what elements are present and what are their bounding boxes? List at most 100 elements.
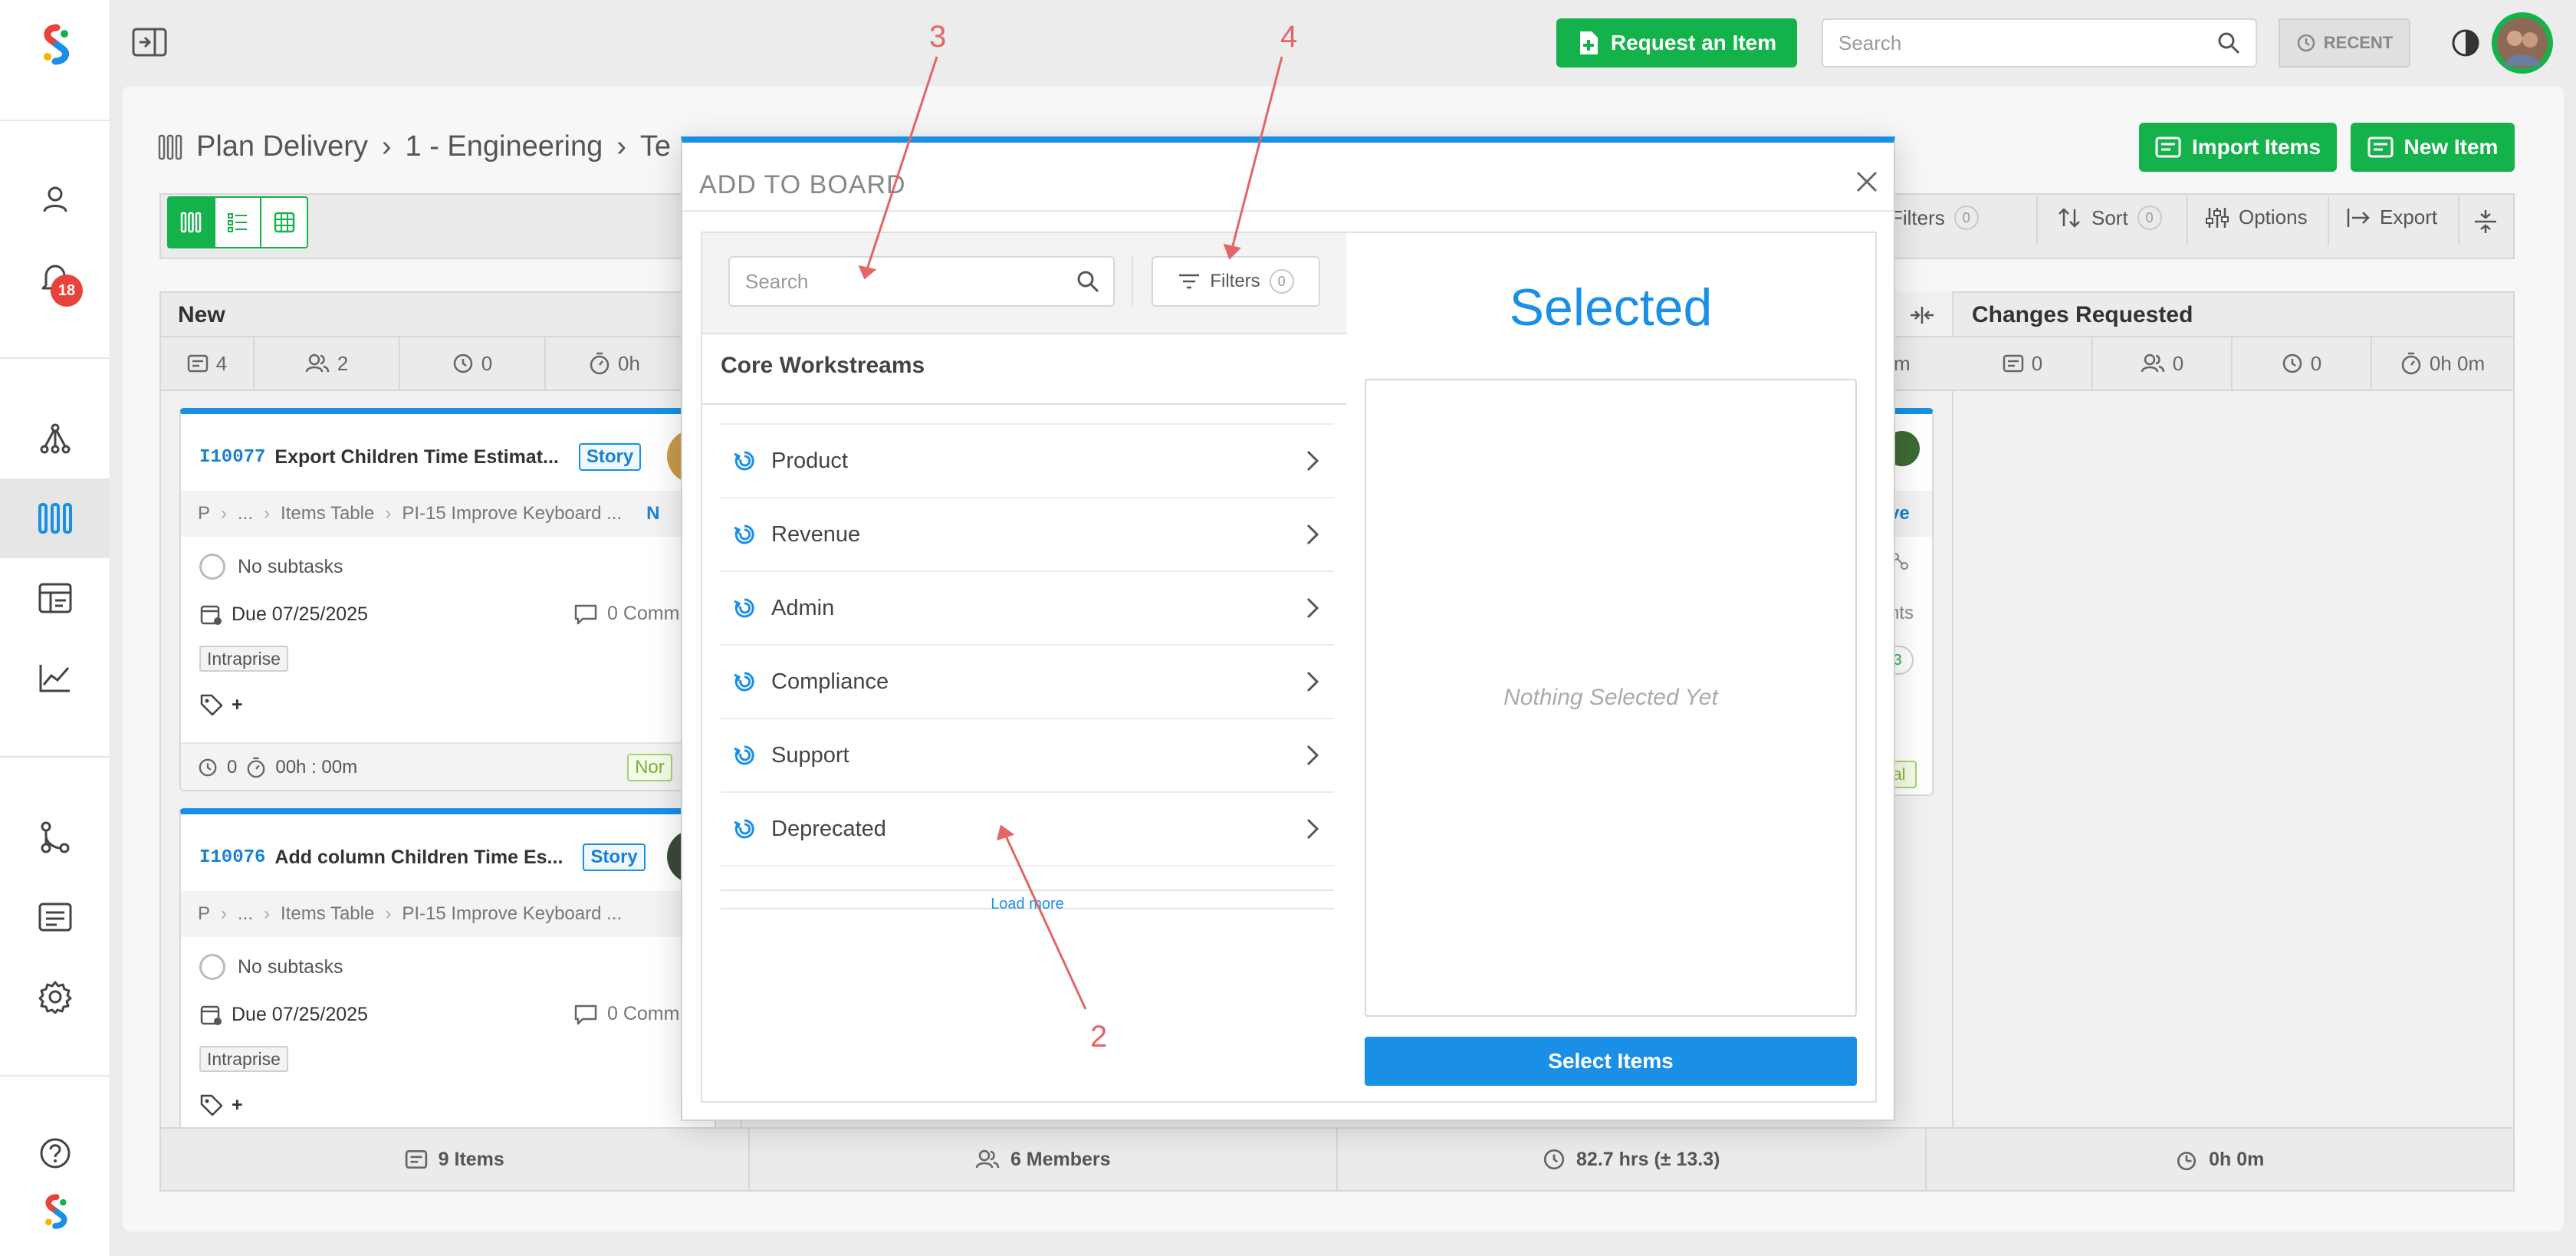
notification-badge: 18: [51, 275, 83, 307]
stat-time: 0h 0m: [2372, 337, 2513, 390]
rail-workflows[interactable]: [0, 797, 110, 877]
item-title[interactable]: Export Children Time Estimat...: [274, 446, 558, 469]
export-button[interactable]: Export: [2346, 205, 2437, 229]
summary-items-value: 9 Items: [438, 1148, 504, 1170]
item-comments[interactable]: 0 Comm: [607, 603, 679, 625]
workstream-list: Product Revenue Admin Compliance Support: [721, 425, 1334, 866]
summary-hours: 82.7 hrs (± 13.3): [1338, 1129, 1927, 1190]
item-card[interactable]: I10077 Export Children Time Estimat... S…: [179, 408, 716, 791]
options-button[interactable]: Options: [2205, 205, 2308, 229]
chevron-right-icon: [1306, 745, 1319, 766]
request-item-button[interactable]: Request an Item: [1556, 18, 1797, 67]
select-items-button[interactable]: Select Items: [1365, 1037, 1857, 1086]
subtask-circle-icon[interactable]: [199, 554, 225, 580]
expand-column-icon[interactable]: [1909, 305, 1935, 325]
app-logo[interactable]: [34, 23, 77, 66]
column-stats-changes: 0 0 0 0h 0m: [1953, 336, 2515, 391]
item-crumb-part[interactable]: Items Table: [281, 503, 374, 524]
rail-settings[interactable]: [0, 957, 110, 1037]
sort-button[interactable]: Sort 0: [2058, 205, 2162, 230]
list-icon: [405, 1149, 427, 1169]
rail-board[interactable]: [0, 478, 110, 558]
add-to-board-modal: ADD TO BOARD Search Filters 0 Core Works…: [681, 136, 1895, 1121]
workstream-item-deprecated[interactable]: Deprecated: [721, 793, 1334, 866]
theme-toggle-icon[interactable]: [2450, 28, 2481, 58]
item-crumb-part[interactable]: ...: [238, 903, 253, 925]
breadcrumb-root[interactable]: Plan Delivery: [196, 130, 368, 163]
item-crumb-part[interactable]: Items Table: [281, 903, 374, 925]
add-tag-button[interactable]: +: [232, 694, 243, 716]
breadcrumb-engineering[interactable]: 1 - Engineering: [406, 130, 603, 163]
item-crumb-tail: N: [646, 503, 660, 524]
global-search-input[interactable]: Search: [1822, 18, 2257, 67]
item-id[interactable]: I10077: [199, 447, 265, 468]
new-item-button[interactable]: New Item: [2351, 123, 2515, 172]
item-crumb-part[interactable]: PI-15 Improve Keyboard ...: [402, 503, 622, 524]
stat-members-value: 2: [337, 351, 349, 375]
import-items-button[interactable]: Import Items: [2139, 123, 2337, 172]
modal-filters-button[interactable]: Filters 0: [1152, 256, 1320, 307]
item-comments[interactable]: 0 Comm: [607, 1003, 679, 1025]
selected-title: Selected: [1509, 278, 1713, 337]
collapse-sidebar-icon[interactable]: [132, 28, 167, 57]
breadcrumb: Plan Delivery › 1 - Engineering › Te: [158, 130, 671, 163]
chevron-right-icon: ›: [381, 130, 392, 163]
stat-hours-value: 0: [481, 351, 493, 375]
modal-search-input[interactable]: Search: [728, 256, 1115, 307]
workstream-icon: [734, 745, 754, 765]
workstream-item-product[interactable]: Product: [721, 425, 1334, 498]
form-icon: [38, 903, 72, 932]
item-id[interactable]: I10076: [199, 847, 265, 868]
item-estimate: 0: [227, 757, 238, 778]
board-view-icon[interactable]: [169, 198, 214, 247]
stat-members: 0: [2093, 337, 2233, 390]
rail-forms[interactable]: [0, 877, 110, 957]
breadcrumb-team[interactable]: Te: [640, 130, 671, 163]
item-time-logged: 00h : 00m: [275, 757, 358, 778]
item-crumb-part[interactable]: P: [198, 903, 210, 925]
item-crumb-part[interactable]: PI-15 Improve Keyboard ...: [402, 903, 622, 925]
annotation-label-3: 3: [929, 20, 947, 54]
item-tag[interactable]: Intraprise: [199, 1046, 288, 1072]
filter-icon: [1179, 274, 1200, 289]
load-more-link[interactable]: Load more: [721, 896, 1334, 913]
sort-label: Sort: [2091, 205, 2128, 229]
rail-planner[interactable]: [0, 558, 110, 638]
item-crumb-part[interactable]: ...: [238, 503, 253, 524]
list-icon: [187, 354, 209, 373]
sort-count: 0: [2137, 205, 2162, 230]
rail-help[interactable]: [0, 1115, 110, 1192]
column-title-new: New: [178, 302, 225, 327]
table-view-icon[interactable]: [260, 198, 307, 247]
middle-stat-tail-text: m: [1894, 351, 1911, 375]
workstream-item-admin[interactable]: Admin: [721, 572, 1334, 646]
list-view-icon[interactable]: [213, 198, 261, 247]
subtask-circle-icon[interactable]: [199, 954, 225, 980]
add-tag-button[interactable]: +: [232, 1094, 243, 1116]
recent-button[interactable]: RECENT: [2279, 18, 2410, 67]
workstream-item-compliance[interactable]: Compliance: [721, 646, 1334, 719]
workstream-item-revenue[interactable]: Revenue: [721, 498, 1334, 572]
item-crumb-part[interactable]: P: [198, 503, 210, 524]
rail-hierarchy[interactable]: [0, 399, 110, 478]
avatar[interactable]: [2492, 12, 2553, 74]
stopwatch-icon: [247, 757, 265, 778]
item-card[interactable]: I10076 Add column Children Time Es... St…: [179, 808, 716, 1130]
board-filters-button[interactable]: Filters 0: [1891, 205, 1979, 230]
item-title[interactable]: Add column Children Time Es...: [274, 847, 563, 869]
rail-analytics[interactable]: [0, 638, 110, 718]
workstream-item-support[interactable]: Support: [721, 719, 1334, 793]
column-header-new: [159, 291, 742, 336]
top-bar: Request an Item Search RECENT: [110, 0, 2576, 86]
view-switcher: [167, 196, 308, 248]
collapse-columns-icon[interactable]: [2473, 209, 2498, 235]
workstream-label: Revenue: [771, 521, 861, 547]
rail-profile[interactable]: [0, 159, 110, 239]
item-tag[interactable]: Intraprise: [199, 646, 288, 672]
close-icon[interactable]: [1854, 169, 1880, 195]
section-title: Core Workstreams: [721, 353, 925, 378]
planner-icon: [38, 583, 72, 613]
comment-icon: [574, 1004, 597, 1024]
selected-pane: Selected Nothing Selected Yet Select Ite…: [1346, 232, 1877, 1103]
clock-icon: [453, 353, 473, 373]
